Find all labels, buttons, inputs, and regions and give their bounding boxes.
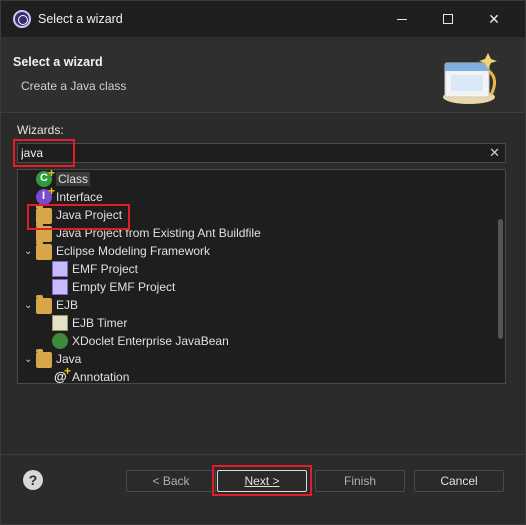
- tree-item-xdoclet-enterprise-javabean[interactable]: XDoclet Enterprise JavaBean: [52, 332, 229, 350]
- tree-item-eclipse-modeling-framework[interactable]: Eclipse Modeling Framework: [36, 241, 211, 260]
- xdoclet-icon: [52, 333, 68, 349]
- tree-item-class[interactable]: Class: [36, 170, 91, 188]
- next-highlight-box: [212, 465, 312, 496]
- header-title: Select a wizard: [13, 55, 103, 69]
- folder-icon: [36, 295, 52, 314]
- interface-icon: [36, 184, 55, 205]
- emf-project-icon: [52, 279, 68, 295]
- wizard-banner-icon: [443, 53, 497, 104]
- minimize-icon: [397, 18, 407, 20]
- maximize-icon: [443, 14, 453, 24]
- java-project-highlight-box: [27, 204, 130, 230]
- chevron-down-icon[interactable]: ⌄: [24, 242, 34, 260]
- tree-item-annotation[interactable]: Annotation: [52, 364, 130, 384]
- close-button[interactable]: ✕: [471, 1, 517, 37]
- wizard-tree: Class Interface Java Project Java Projec…: [17, 169, 506, 384]
- emf-project-icon: [52, 261, 68, 277]
- wizard-filter-input[interactable]: [21, 145, 481, 161]
- close-icon: ✕: [488, 10, 500, 27]
- folder-icon: [36, 349, 52, 368]
- tree-item-label: Annotation: [72, 370, 130, 384]
- search-highlight-box: [13, 139, 75, 167]
- minimize-button[interactable]: [379, 1, 425, 37]
- chevron-down-icon[interactable]: ⌄: [24, 350, 34, 368]
- tree-item-java[interactable]: Java: [36, 349, 81, 368]
- finish-button[interactable]: Finish: [315, 470, 405, 492]
- back-button[interactable]: < Back: [126, 470, 216, 492]
- tree-item-label: Interface: [56, 190, 103, 204]
- select-wizard-dialog: Select a wizard ✕ Select a wizard Create…: [0, 0, 526, 525]
- eclipse-app-icon: [13, 10, 31, 28]
- tree-item-empty-emf-project[interactable]: Empty EMF Project: [52, 278, 175, 296]
- tree-item-label: Eclipse Modeling Framework: [56, 244, 211, 258]
- tree-scrollbar[interactable]: [498, 171, 504, 382]
- wizard-header: Select a wizard Create a Java class: [1, 37, 525, 113]
- tree-item-label: EMF Project: [72, 262, 139, 276]
- header-description: Create a Java class: [21, 79, 127, 93]
- title-bar: Select a wizard ✕: [1, 1, 525, 37]
- wizards-label: Wizards:: [17, 123, 64, 137]
- scrollbar-thumb[interactable]: [498, 219, 503, 339]
- maximize-button[interactable]: [425, 1, 471, 37]
- window-title: Select a wizard: [38, 12, 123, 26]
- chevron-down-icon[interactable]: ⌄: [24, 296, 34, 314]
- ejb-timer-icon: [52, 315, 68, 331]
- footer-separator: [1, 454, 525, 455]
- tree-item-label: Empty EMF Project: [72, 280, 176, 294]
- tree-item-emf-project[interactable]: EMF Project: [52, 260, 138, 278]
- wizard-filter-field: ✕: [17, 143, 506, 163]
- tree-item-label: EJB: [56, 298, 79, 312]
- tree-item-ejb[interactable]: EJB: [36, 295, 79, 314]
- cancel-button[interactable]: Cancel: [414, 470, 504, 492]
- help-icon[interactable]: ?: [23, 470, 43, 490]
- tree-item-label: Class: [56, 172, 91, 186]
- tree-item-label: EJB Timer: [72, 316, 128, 330]
- folder-icon: [36, 241, 52, 260]
- annotation-icon: [52, 364, 71, 383]
- clear-filter-icon[interactable]: ✕: [489, 145, 500, 161]
- tree-item-label: XDoclet Enterprise JavaBean: [72, 334, 229, 348]
- tree-item-ejb-timer[interactable]: EJB Timer: [52, 314, 127, 332]
